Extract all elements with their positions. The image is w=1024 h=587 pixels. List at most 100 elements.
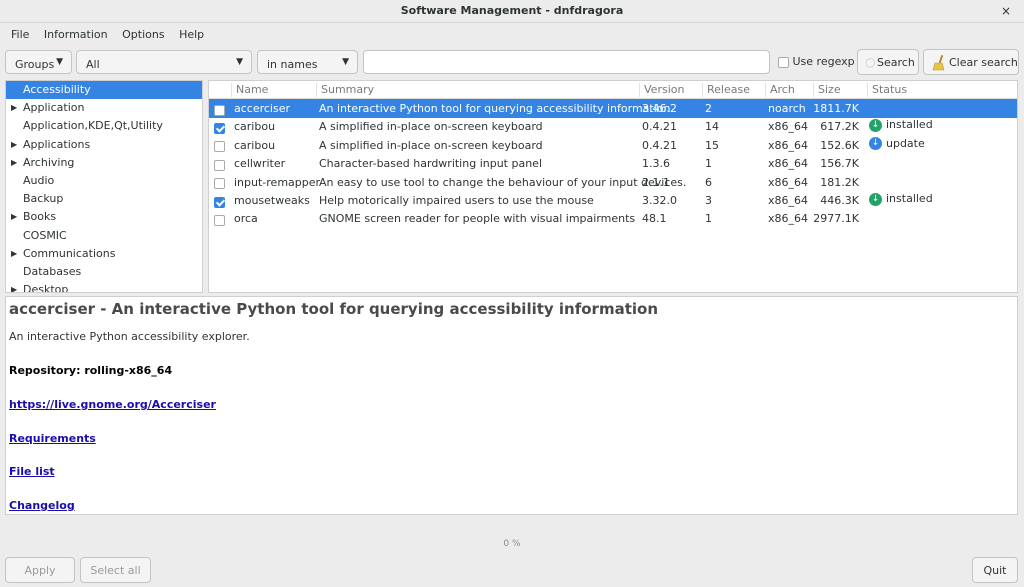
search-input[interactable]: [363, 50, 770, 74]
group-item-label: COSMIC: [23, 228, 67, 242]
cell-release: 3: [705, 194, 712, 207]
group-item-label: Communications: [23, 246, 116, 260]
group-item[interactable]: ▶ Application: [6, 99, 202, 117]
window-title: Software Management - dnfdragora: [400, 4, 624, 17]
search-button[interactable]: ○ Search: [857, 49, 919, 75]
cell-name: caribou: [234, 138, 276, 152]
clear-search-label: Clear search: [949, 56, 1018, 69]
window-titlebar: Software Management - dnfdragora ×: [0, 0, 1024, 23]
group-item[interactable]: Application,KDE,Qt,Utility: [6, 117, 202, 135]
progress-text: 0 %: [503, 539, 521, 549]
requirements-link[interactable]: Requirements: [9, 432, 96, 445]
expander-icon[interactable]: ▶: [11, 281, 17, 292]
status-label: installed: [886, 118, 933, 132]
menu-options[interactable]: Options: [111, 24, 164, 41]
table-row[interactable]: input-remapper An easy to use tool to cha…: [209, 173, 1017, 192]
broom-icon: [932, 55, 945, 71]
group-item[interactable]: ▶ Applications: [6, 136, 202, 154]
cell-arch: x86_64: [768, 212, 809, 226]
row-checkbox[interactable]: [214, 195, 225, 208]
groups-dropdown[interactable]: Groups ▼: [5, 50, 72, 74]
package-info-title: accerciser - An interactive Python tool …: [9, 300, 658, 318]
use-regexp-label: Use regexp: [792, 55, 855, 68]
table-row[interactable]: mousetweaks Help motorically impaired use…: [209, 191, 1017, 210]
table-row[interactable]: caribou A simplified in-place on-screen k…: [209, 136, 1017, 155]
search-in-dropdown[interactable]: in names ▼: [257, 50, 358, 74]
header-size[interactable]: Size: [813, 83, 868, 97]
use-regexp-checkbox[interactable]: Use regexp: [778, 55, 855, 68]
row-checkbox[interactable]: [214, 103, 225, 116]
group-item[interactable]: Audio: [6, 172, 202, 190]
group-item[interactable]: Backup: [6, 190, 202, 208]
header-release[interactable]: Release: [702, 83, 765, 97]
group-item[interactable]: ▶ Desktop: [6, 281, 202, 292]
expander-icon[interactable]: ▶: [11, 154, 17, 172]
table-row[interactable]: caribou A simplified in-place on-screen k…: [209, 117, 1017, 136]
expander-icon[interactable]: ▶: [11, 245, 17, 263]
checkbox-icon[interactable]: [214, 159, 225, 171]
groups-tree[interactable]: Accessibility ▶ Application Application,KDE…: [5, 80, 203, 293]
group-item-label: Backup: [23, 192, 64, 206]
cell-arch: x86_64: [768, 138, 809, 152]
group-item[interactable]: ▶ Archiving: [6, 154, 202, 172]
chevron-down-icon: ▼: [236, 57, 243, 67]
checkbox-icon[interactable]: [214, 214, 225, 226]
group-item[interactable]: ▶ Communications: [6, 245, 202, 263]
clear-search-button[interactable]: Clear search: [923, 49, 1019, 75]
header-summary[interactable]: Summary: [316, 83, 637, 97]
header-arch[interactable]: Arch: [765, 83, 812, 97]
table-row[interactable]: cellwriter Character-based hardwriting in…: [209, 154, 1017, 173]
quit-button[interactable]: Quit: [972, 557, 1018, 583]
group-item-label: Application: [23, 101, 85, 115]
group-item[interactable]: ▶ Books: [6, 208, 202, 226]
cell-name: input-remapper: [234, 175, 321, 189]
expander-icon[interactable]: ▶: [11, 208, 17, 226]
menu-file[interactable]: File: [0, 24, 29, 41]
search-button-label: Search: [877, 56, 915, 69]
cell-status: ↓ installed: [869, 118, 933, 132]
status-label: installed: [886, 192, 933, 205]
select-all-button[interactable]: Select all: [80, 557, 151, 583]
header-status[interactable]: Status: [867, 83, 1017, 97]
filter-dropdown[interactable]: All ▼: [76, 50, 252, 74]
group-item[interactable]: COSMIC: [6, 227, 202, 245]
cell-name: accerciser: [234, 102, 291, 115]
row-checkbox[interactable]: [214, 177, 225, 190]
apply-button[interactable]: Apply: [5, 557, 75, 583]
group-item[interactable]: Databases: [6, 263, 202, 281]
cell-size: 2977.1K: [813, 212, 859, 226]
checkbox-icon[interactable]: [778, 56, 789, 68]
row-checkbox[interactable]: [214, 213, 225, 226]
quit-button-label: Quit: [983, 564, 1007, 577]
row-checkbox[interactable]: [214, 158, 225, 171]
cell-summary: Character-based hardwriting input panel: [319, 157, 543, 171]
table-row[interactable]: accerciser An interactive Python tool for…: [209, 99, 1017, 118]
close-icon[interactable]: ×: [998, 3, 1014, 19]
checkbox-icon[interactable]: [214, 141, 225, 153]
group-item-label: Archiving: [23, 155, 75, 169]
checkbox-icon[interactable]: [214, 104, 225, 116]
row-checkbox[interactable]: [214, 140, 225, 153]
checkbox-checked-icon[interactable]: [214, 196, 225, 208]
header-version[interactable]: Version: [639, 83, 702, 97]
changelog-link[interactable]: Changelog: [9, 499, 75, 512]
checkbox-icon[interactable]: [214, 178, 225, 190]
expander-icon[interactable]: ▶: [11, 136, 17, 154]
header-name[interactable]: Name: [231, 83, 318, 97]
menu-help[interactable]: Help: [168, 24, 204, 41]
checkbox-checked-icon[interactable]: [214, 122, 225, 134]
group-item[interactable]: Accessibility: [6, 81, 202, 100]
status-label: update: [886, 136, 925, 150]
cell-release: 14: [705, 120, 719, 134]
filter-dropdown-value: All: [86, 58, 100, 71]
row-checkbox[interactable]: [214, 121, 225, 134]
homepage-link[interactable]: https://live.gnome.org/Accerciser: [9, 398, 216, 411]
file-list-link[interactable]: File list: [9, 465, 55, 478]
table-row[interactable]: orca GNOME screen reader for people with …: [209, 209, 1017, 228]
expander-icon[interactable]: ▶: [11, 99, 17, 117]
menu-information[interactable]: Information: [33, 24, 108, 41]
package-info-pane: accerciser - An interactive Python tool …: [5, 296, 1018, 515]
groups-dropdown-label: Groups: [15, 58, 55, 71]
toolbar: Groups ▼ All ▼ in names ▼ Use regexp ○ S…: [0, 48, 1024, 78]
bottom-bar: Apply Select all Quit: [0, 557, 1024, 587]
